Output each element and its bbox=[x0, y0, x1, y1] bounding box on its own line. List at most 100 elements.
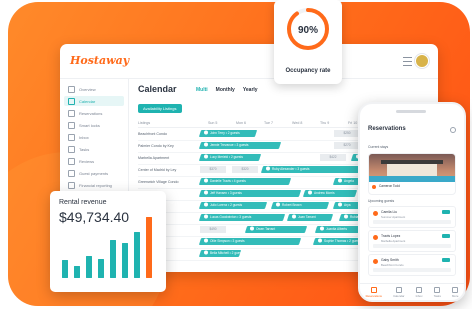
booking-bar[interactable]: Owen Tarrant bbox=[244, 226, 308, 233]
booking-bar[interactable]: Lucy Merield • 2 guests bbox=[198, 154, 262, 161]
listing-name: Center of Madrid by Ley bbox=[138, 168, 177, 172]
sidebar-item-label: Inbox bbox=[79, 134, 89, 140]
price-cell[interactable]: $422 bbox=[320, 154, 346, 161]
booking-guest: Lucy Merield • 2 guests bbox=[210, 155, 244, 159]
sidebar-item-label: Overview bbox=[79, 86, 96, 92]
booking-bar[interactable]: Robert Brown bbox=[270, 202, 330, 209]
guest-avatar-icon bbox=[250, 226, 254, 231]
guest-avatar-icon bbox=[308, 190, 312, 195]
guest-avatar-icon bbox=[276, 202, 280, 207]
status-dot bbox=[372, 185, 376, 189]
price-cell[interactable]: $490 bbox=[200, 226, 226, 233]
occupancy-value: 90% bbox=[297, 25, 318, 36]
day-header: Thu 9 bbox=[320, 121, 330, 125]
availability-button[interactable]: Availability Listings bbox=[138, 104, 182, 113]
search-icon[interactable] bbox=[450, 127, 456, 133]
upcoming-guest-card[interactable]: Gaby Smith Beachfront Condo bbox=[368, 254, 456, 276]
booking-content: Juanita Alberts bbox=[316, 226, 347, 233]
booking-content: Danielle Travis • 4 guests bbox=[200, 178, 246, 185]
booking-bar[interactable]: Ruby Alexander • 3 guests bbox=[260, 166, 364, 173]
guest-detail-line bbox=[373, 268, 451, 272]
day-header: Mon 6 bbox=[236, 121, 246, 125]
sidebar-item-reservations[interactable]: Reservations bbox=[64, 108, 124, 118]
guest-avatar-icon bbox=[292, 214, 296, 219]
booking-bar[interactable]: Bella Mitchell • 2 guests bbox=[198, 250, 242, 257]
price-cell[interactable]: $370 bbox=[200, 166, 226, 173]
guest-avatar-icon bbox=[204, 202, 208, 207]
mobile-tab-calendar[interactable]: Calendar bbox=[393, 286, 405, 298]
sidebar-item-guest-payments[interactable]: Guest payments bbox=[64, 168, 124, 178]
upcoming-guest-card[interactable]: Travis Lopez Marbella Apartment bbox=[368, 230, 456, 252]
booking-bar[interactable]: John Terry • 2 guests bbox=[198, 130, 258, 137]
sidebar-item-label: Reviews bbox=[79, 158, 95, 164]
guest-avatar bbox=[373, 259, 378, 264]
phone-notch bbox=[396, 110, 426, 113]
listing-name: Beachfront Condo bbox=[138, 132, 167, 136]
booking-bar[interactable]: Ollie Simpson • 3 guests bbox=[198, 238, 302, 245]
revenue-bar bbox=[122, 242, 128, 278]
booking-content: Jeff Hansen • 3 guests bbox=[200, 190, 242, 197]
tab-multi[interactable]: Multi bbox=[196, 87, 208, 93]
price-cell[interactable]: $270 bbox=[334, 142, 360, 149]
booking-content: Robert Brown bbox=[272, 202, 302, 209]
tasks-icon bbox=[434, 286, 441, 293]
booking-content: Ollie Simpson • 3 guests bbox=[200, 238, 245, 245]
view-tabs: Multi Monthly Yearly bbox=[196, 87, 258, 93]
booking-guest: Andrew Morris bbox=[314, 191, 335, 195]
reservations-icon bbox=[370, 286, 377, 293]
guest-avatar-icon bbox=[204, 190, 208, 195]
top-bar: Hostaway bbox=[60, 44, 438, 79]
guest-avatar bbox=[373, 211, 378, 216]
sidebar-item-calendar[interactable]: Calendar bbox=[64, 96, 124, 106]
menu-icon[interactable] bbox=[403, 57, 412, 66]
sidebar-item-financial-reporting[interactable]: Financial reporting bbox=[64, 180, 124, 190]
mobile-tab-label: Calendar bbox=[393, 293, 405, 298]
guest-detail-line bbox=[373, 220, 451, 224]
guest-avatar-icon bbox=[266, 166, 270, 171]
guest-avatar bbox=[373, 235, 378, 240]
mobile-tab-label: More bbox=[452, 293, 459, 298]
occupancy-card: 90% Occupancy rate bbox=[274, 0, 342, 84]
booking-guest: Arya bbox=[344, 203, 351, 207]
price-cell[interactable]: $250 bbox=[334, 130, 360, 137]
booking-bar[interactable]: Julio Lorenz • 2 guests bbox=[198, 202, 268, 209]
nav-icon bbox=[68, 181, 75, 189]
calendar-icon bbox=[395, 286, 402, 293]
booking-bar[interactable]: Danielle Travis • 4 guests bbox=[198, 178, 292, 185]
booking-bar[interactable]: Lucas Goodwinton • 3 guests bbox=[198, 214, 286, 221]
property-card[interactable]: Cameron Todd bbox=[368, 153, 456, 195]
guest-avatar-icon bbox=[204, 178, 208, 183]
upcoming-guest-card[interactable]: Camila Liu Summer Apartment bbox=[368, 206, 456, 228]
tab-monthly[interactable]: Monthly bbox=[216, 87, 235, 93]
revenue-label: Rental revenue bbox=[59, 199, 107, 206]
mobile-tab-inbox[interactable]: Inbox bbox=[415, 286, 423, 298]
sidebar-item-overview[interactable]: Overview bbox=[64, 84, 124, 94]
booking-bar[interactable]: Jennie Trevanue • 3 guests bbox=[198, 142, 282, 149]
guest-listing: Marbella Apartment bbox=[381, 239, 406, 243]
mobile-tab-tasks[interactable]: Tasks bbox=[434, 286, 441, 298]
booking-content: John Terry • 2 guests bbox=[200, 130, 240, 137]
sidebar-item-reviews[interactable]: Reviews bbox=[64, 156, 124, 166]
guest-avatar-icon bbox=[338, 178, 342, 183]
current-stays-label: Current stays bbox=[368, 145, 389, 149]
guest-avatar-icon bbox=[204, 214, 208, 219]
booking-bar[interactable]: Jeff Hansen • 3 guests bbox=[198, 190, 302, 197]
property-photo-house bbox=[381, 160, 443, 176]
sidebar-item-smart-locks[interactable]: Smart locks bbox=[64, 120, 124, 130]
mobile-tab-label: Inbox bbox=[415, 293, 423, 298]
sidebar-item-inbox[interactable]: Inbox bbox=[64, 132, 124, 142]
revenue-bar bbox=[110, 239, 116, 278]
price-cell[interactable]: $320 bbox=[232, 166, 258, 173]
booking-content: Bella Mitchell • 2 guests bbox=[200, 250, 241, 257]
sidebar-item-tasks[interactable]: Tasks bbox=[64, 144, 124, 154]
tab-yearly[interactable]: Yearly bbox=[243, 87, 258, 93]
mobile-tab-reservations[interactable]: Reservations bbox=[366, 286, 382, 298]
booking-bar[interactable]: Andrew Morris bbox=[302, 190, 358, 197]
booking-guest: Robert Brown bbox=[282, 203, 302, 207]
mobile-tab-more[interactable]: More bbox=[452, 286, 459, 298]
day-header: Tue 7 bbox=[264, 121, 274, 125]
avatar[interactable] bbox=[415, 54, 429, 68]
booking-bar[interactable]: Juan Tarrant bbox=[286, 214, 334, 221]
booking-guest: Juanita Alberts bbox=[326, 227, 347, 231]
guest-avatar-icon bbox=[320, 226, 324, 231]
